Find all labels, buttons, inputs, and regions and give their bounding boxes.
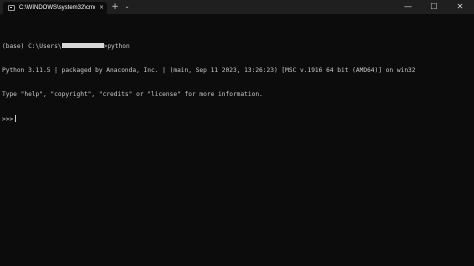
repl-prompt-line[interactable]: >>> bbox=[2, 115, 472, 123]
repl-prompt: >>> bbox=[2, 116, 14, 123]
terminal-output[interactable]: (base) C:\Users\ >python Python 3.11.5 | … bbox=[2, 27, 472, 139]
tab-cmd[interactable]: C:\WINDOWS\system32\cmd. × bbox=[3, 2, 107, 14]
redacted-username bbox=[61, 43, 104, 48]
close-window-button[interactable]: ✕ bbox=[447, 0, 473, 14]
chevron-down-icon[interactable]: ⌄ bbox=[123, 1, 131, 13]
version-line: Python 3.11.5 | packaged by Anaconda, In… bbox=[2, 67, 416, 74]
text-cursor bbox=[15, 115, 17, 122]
prompt-line: (base) C:\Users\ >python bbox=[2, 43, 472, 51]
terminal-icon bbox=[8, 5, 15, 11]
help-line: Type "help", "copyright", "credits" or "… bbox=[2, 91, 263, 98]
title-bar: C:\WINDOWS\system32\cmd. × + ⌄ — ☐ ✕ bbox=[0, 0, 474, 14]
tab-title: C:\WINDOWS\system32\cmd. bbox=[19, 5, 95, 11]
minimize-button[interactable]: — bbox=[395, 0, 421, 14]
maximize-button[interactable]: ☐ bbox=[421, 0, 447, 14]
prompt-command: >python bbox=[103, 43, 130, 50]
close-tab-icon[interactable]: × bbox=[99, 4, 104, 12]
terminal-window: C:\WINDOWS\system32\cmd. × + ⌄ — ☐ ✕ (ba… bbox=[0, 0, 474, 266]
prompt-prefix: (base) C:\Users\ bbox=[2, 43, 62, 50]
new-tab-button[interactable]: + bbox=[110, 1, 120, 13]
